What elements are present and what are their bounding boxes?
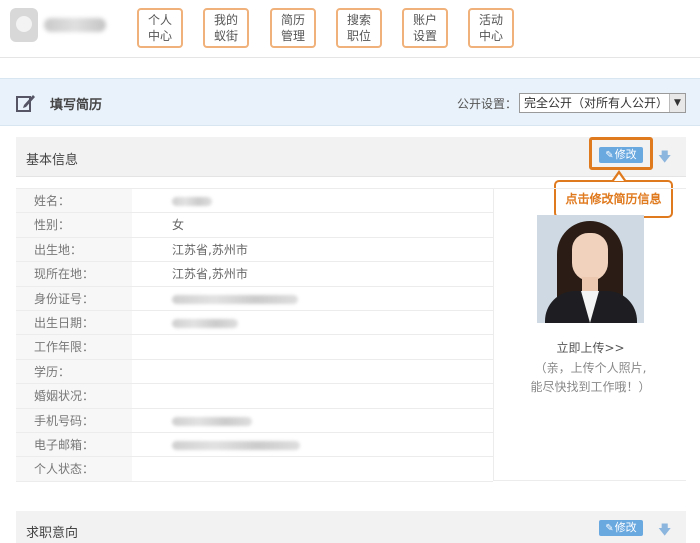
dropdown-arrow-icon[interactable]: ▼ [669, 94, 685, 112]
row-label: 电子邮箱： [16, 432, 132, 457]
privacy-select-value: 完全公开（对所有人公开） [524, 96, 669, 110]
basic-info-header: 基本信息 [16, 137, 686, 177]
row-label: 出生日期： [16, 310, 132, 335]
phone-blurred [172, 416, 252, 426]
nav-label-line1: 活动 [478, 13, 503, 27]
edit-button-label: 修改 [614, 521, 637, 534]
table-row: 身份证号： [16, 286, 493, 311]
row-value: 女 [172, 218, 185, 233]
nav-personal-center[interactable]: 个人 中心 [137, 8, 183, 48]
row-label: 个人状态： [16, 457, 132, 481]
nav-label-line2: 中心 [147, 29, 172, 43]
basic-info-title: 基本信息 [26, 153, 79, 168]
row-label: 学历： [16, 359, 132, 384]
nav-search-jobs[interactable]: 搜索 职位 [336, 8, 382, 48]
pencil-note-icon [16, 95, 35, 112]
id-number-blurred [172, 294, 298, 304]
row-label: 现所在地： [16, 262, 132, 286]
nav-label-line1: 账户 [412, 13, 437, 27]
row-label: 身份证号： [16, 286, 132, 310]
privacy-label: 公开设置： [457, 97, 518, 111]
table-row: 婚姻状况： [16, 384, 493, 409]
nav-label-line2: 职位 [346, 29, 371, 43]
nav-resume-management[interactable]: 简历 管理 [270, 8, 316, 48]
table-row: 工作年限： [16, 335, 493, 360]
nav-label-line1: 个人 [147, 13, 172, 27]
resume-title-bar: 填写简历 公开设置： 完全公开（对所有人公开） ▼ [0, 78, 700, 126]
job-intent-header: 求职意向 [16, 511, 686, 543]
name-value-blurred [172, 197, 212, 206]
table-row: 学历： [16, 359, 493, 385]
pen-icon: ✎ [605, 523, 614, 534]
row-label: 手机号码： [16, 408, 132, 432]
row-label: 婚姻状况： [16, 384, 132, 408]
nav-account-settings[interactable]: 账户 设置 [402, 8, 448, 48]
row-value: 江苏省,苏州市 [172, 242, 248, 257]
nav-activity-center[interactable]: 活动 中心 [468, 8, 514, 48]
edit-highlight-box [589, 137, 653, 170]
page-title: 填写简历 [50, 98, 103, 113]
table-row: 出生日期： [16, 310, 493, 336]
nav-label-line1: 搜索 [346, 13, 371, 27]
table-row: 性别： 女 [16, 213, 493, 238]
job-intent-title: 求职意向 [26, 526, 79, 541]
table-row: 现所在地： 江苏省,苏州市 [16, 262, 493, 287]
down-arrow-icon[interactable]: 🡇 [658, 521, 671, 543]
nav-my-street[interactable]: 我的 蚁街 [203, 8, 249, 48]
privacy-select[interactable]: 完全公开（对所有人公开） ▼ [519, 93, 686, 113]
upload-photo-link[interactable]: 立即上传>> [494, 339, 687, 356]
table-row: 个人状态： [16, 457, 493, 482]
nav-label-line2: 管理 [280, 29, 305, 43]
row-label: 性别： [16, 213, 132, 237]
user-avatar[interactable] [10, 8, 38, 42]
edit-job-intent-button[interactable]: ✎修改 [599, 520, 643, 536]
nav-label-line2: 蚁街 [213, 29, 238, 43]
table-row: 出生地： 江苏省,苏州市 [16, 237, 493, 263]
row-label: 工作年限： [16, 335, 132, 359]
nav-label-line1: 简历 [280, 13, 305, 27]
row-label: 姓名： [16, 189, 132, 213]
row-value: 江苏省,苏州市 [172, 267, 248, 282]
nav-label-line1: 我的 [213, 13, 238, 27]
username-blurred [44, 18, 106, 32]
photo-panel: 立即上传>> （亲，上传个人照片, 能尽快找到工作哦！） [493, 188, 686, 481]
row-label: 出生地： [16, 237, 132, 262]
table-row: 手机号码： [16, 408, 493, 433]
nav-label-line2: 设置 [412, 29, 437, 43]
table-row: 电子邮箱： [16, 432, 493, 458]
top-header: 个人 中心 我的 蚁街 简历 管理 搜索 职位 账户 设置 活动 中心 [0, 0, 700, 58]
nav-label-line2: 中心 [478, 29, 503, 43]
down-arrow-icon[interactable]: 🡇 [658, 148, 671, 170]
upload-tip-line1: （亲，上传个人照片, [534, 361, 647, 375]
table-row: 姓名： [16, 189, 493, 214]
profile-photo [537, 215, 644, 323]
basic-info-table: 姓名： 性别： 女 出生地： 江苏省,苏州市 现所在地： 江苏省,苏州市 身份证… [16, 188, 493, 482]
upload-tip-line2: 能尽快找到工作哦！） [530, 380, 651, 394]
birth-date-blurred [172, 318, 238, 328]
email-blurred [172, 440, 300, 450]
